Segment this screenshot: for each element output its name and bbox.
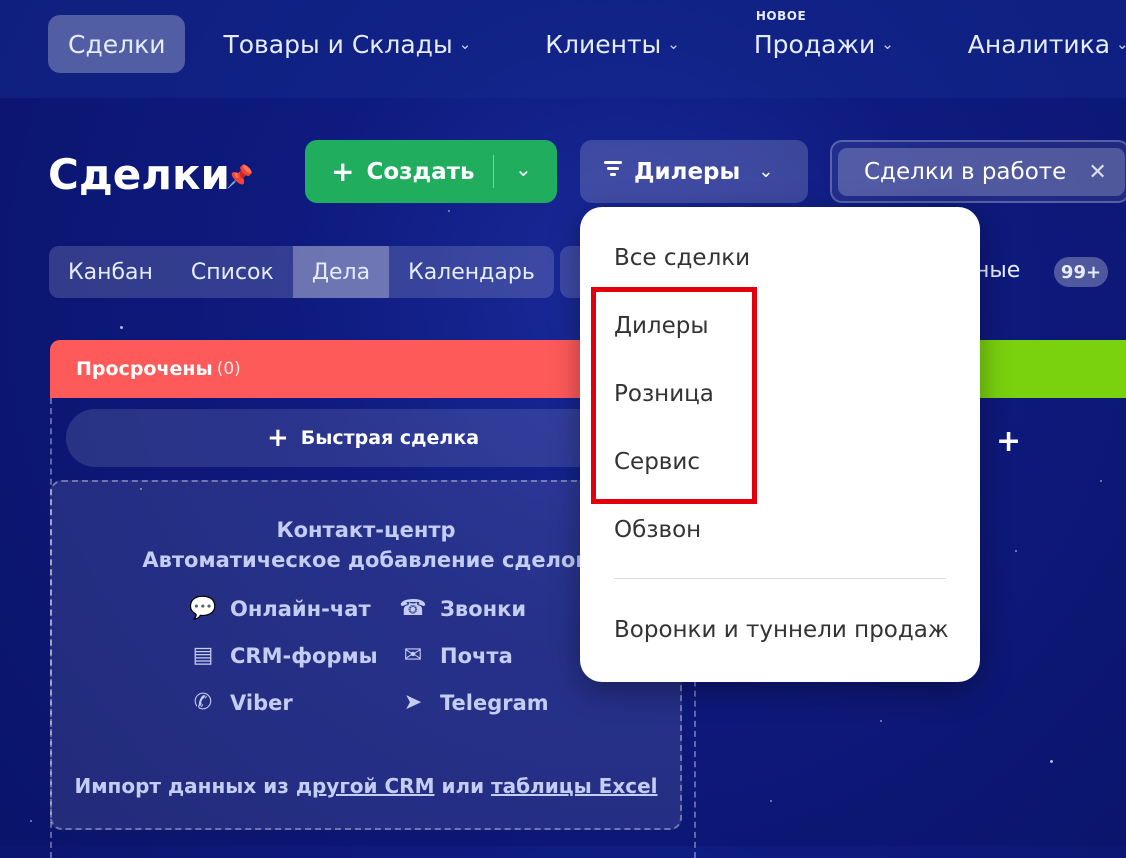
- tab-activities[interactable]: Дела: [292, 246, 390, 298]
- channel-label: Почта: [440, 643, 513, 668]
- mail-icon: ✉: [403, 643, 423, 668]
- top-navigation: Сделки Товары и Склады ⌄ Клиенты ⌄ НОВОЕ…: [48, 9, 1126, 74]
- nav-item-clients[interactable]: Клиенты ⌄: [525, 15, 700, 73]
- chevron-down-icon: ⌄: [667, 35, 680, 53]
- star: [1015, 550, 1017, 552]
- nav-item-label: Аналитика: [967, 29, 1111, 59]
- import-mid: или: [434, 774, 492, 798]
- nav-item-analytics[interactable]: Аналитика ⌄: [948, 15, 1126, 73]
- nav-item-label: Товары и Склады: [223, 29, 453, 59]
- import-prefix: Импорт данных из: [74, 774, 296, 798]
- channel-label: Telegram: [440, 690, 549, 715]
- telegram-icon: ➤: [403, 690, 423, 715]
- funnel-icon: [602, 158, 624, 186]
- nav-item-products[interactable]: Товары и Склады ⌄: [203, 15, 491, 73]
- star: [1050, 760, 1053, 763]
- plus-icon: +: [266, 423, 289, 453]
- nav-item-label: Сделки: [68, 29, 166, 59]
- form-icon: ▤: [192, 643, 214, 668]
- channel-calls[interactable]: ☎ Звонки: [398, 596, 526, 621]
- channel-label: CRM-формы: [230, 643, 378, 668]
- quick-deal-label: Быстрая сделка: [300, 427, 480, 449]
- tab-calendar[interactable]: Календарь: [389, 246, 554, 298]
- tab-list[interactable]: Список: [172, 246, 293, 298]
- menu-item-funnels-settings[interactable]: Воронки и туннели продаж: [614, 617, 949, 643]
- highlight-box: [591, 287, 757, 504]
- channel-label: Онлайн-чат: [230, 596, 371, 621]
- channel-online-chat[interactable]: 💬 Онлайн-чат: [188, 596, 371, 621]
- nav-item-label: Клиенты: [545, 29, 662, 59]
- button-divider: [493, 155, 494, 188]
- plus-icon: +: [331, 155, 355, 188]
- add-deal-plus-icon[interactable]: +: [996, 424, 1021, 459]
- tab-kanban[interactable]: Канбан: [49, 246, 172, 298]
- counter-badge: 99+: [1054, 257, 1108, 287]
- star: [880, 720, 882, 722]
- menu-divider: [614, 578, 946, 579]
- import-line: Импорт данных из другой CRM или таблицы …: [52, 774, 680, 798]
- nav-item-sales[interactable]: НОВОЕ Продажи ⌄: [734, 9, 914, 73]
- create-button[interactable]: + Создать ⌄: [305, 140, 557, 203]
- channel-crm-forms[interactable]: ▤ CRM-формы: [188, 643, 378, 668]
- menu-item-calls[interactable]: Обзвон: [614, 517, 701, 543]
- filter-chip-label: Сделки в работе: [864, 159, 1067, 185]
- chevron-down-icon: ⌄: [881, 35, 894, 53]
- viber-icon: ✆: [193, 690, 213, 715]
- chevron-down-icon: ⌄: [1116, 35, 1126, 53]
- channel-label: Viber: [230, 690, 293, 715]
- channel-label: Звонки: [440, 596, 527, 621]
- star: [448, 210, 450, 212]
- column-title: Просрочены: [76, 358, 213, 380]
- pipeline-filter-label: Дилеры: [634, 158, 741, 185]
- channel-viber[interactable]: ✆ Viber: [188, 690, 293, 715]
- filter-chip[interactable]: Сделки в работе ✕: [838, 148, 1125, 196]
- star: [1100, 480, 1102, 482]
- new-badge: НОВОЕ: [755, 9, 807, 23]
- column-count: (0): [216, 359, 241, 379]
- counter-label[interactable]: ные: [975, 258, 1020, 283]
- star: [30, 820, 32, 822]
- pipeline-filter-button[interactable]: Дилеры ⌄: [580, 140, 808, 203]
- nav-item-label: Продажи: [753, 29, 876, 59]
- channel-mail[interactable]: ✉ Почта: [398, 643, 513, 668]
- chevron-down-icon: ⌄: [758, 161, 774, 182]
- star: [120, 326, 123, 329]
- pin-icon[interactable]: 📌: [226, 165, 253, 190]
- create-button-label: Создать: [366, 158, 475, 185]
- import-link-excel[interactable]: таблицы Excel: [491, 774, 657, 798]
- filter-search-field[interactable]: Сделки в работе ✕: [830, 140, 1126, 203]
- kanban-column-header-next[interactable]: [980, 340, 1126, 398]
- menu-item-all-deals[interactable]: Все сделки: [614, 245, 750, 271]
- chevron-down-icon[interactable]: ⌄: [515, 157, 532, 181]
- chevron-down-icon: ⌄: [458, 35, 472, 53]
- page-title: Сделки: [48, 150, 230, 199]
- channel-telegram[interactable]: ➤ Telegram: [398, 690, 549, 715]
- star: [770, 800, 772, 802]
- import-link-other-crm[interactable]: другой CRM: [296, 774, 435, 798]
- nav-item-deals[interactable]: Сделки: [48, 15, 186, 73]
- chat-icon: 💬: [189, 596, 217, 621]
- close-icon[interactable]: ✕: [1088, 160, 1106, 185]
- phone-icon: ☎: [399, 596, 427, 621]
- view-switcher: Канбан Список Дела Календарь: [49, 246, 554, 298]
